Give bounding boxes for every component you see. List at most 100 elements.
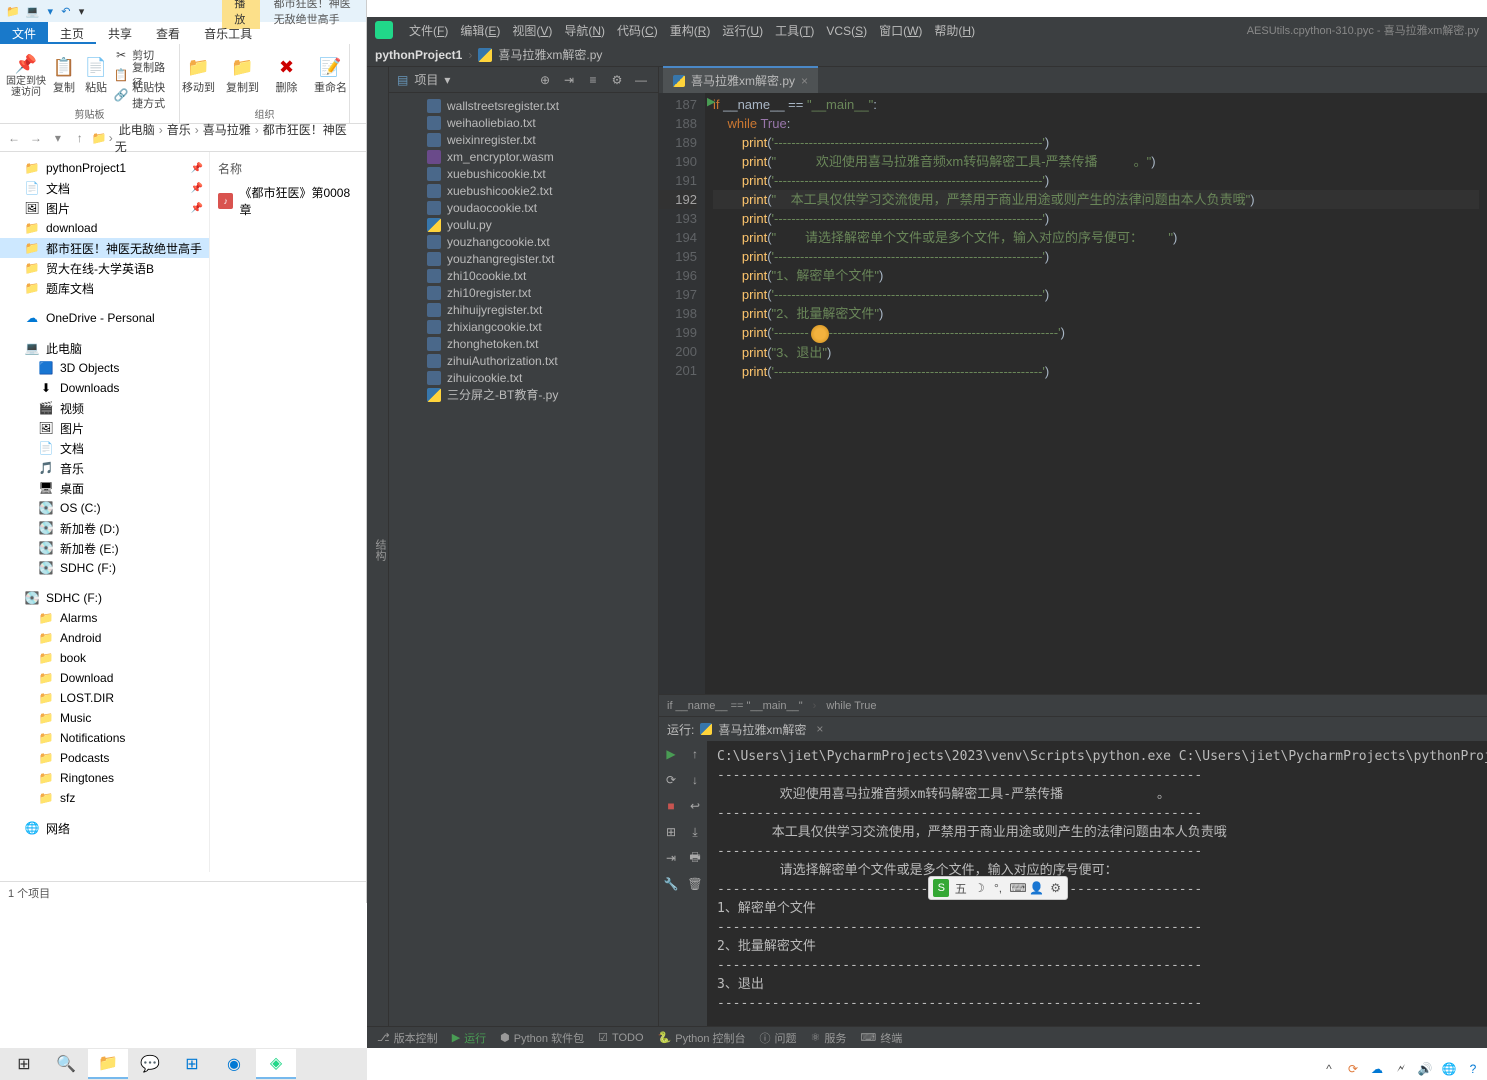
project-file[interactable]: zihuicookie.txt xyxy=(389,369,658,386)
project-tree[interactable]: wallstreetsregister.txtweihaoliebiao.txt… xyxy=(389,93,658,1026)
moon-icon[interactable]: ☽ xyxy=(972,881,987,895)
up-button[interactable]: ↑ xyxy=(70,128,90,148)
copyto-button[interactable]: 📁复制到 xyxy=(223,55,263,95)
project-file[interactable]: 三分屏之-BT教育-.py xyxy=(389,386,658,403)
battery-icon[interactable]: 🗲 xyxy=(1393,1061,1409,1076)
file-list[interactable]: 名称 ♪《都市狂医》第0008章 xyxy=(210,152,366,872)
tree-item[interactable]: 🖥桌面 xyxy=(0,478,209,498)
breadcrumb-segment[interactable]: 音乐 xyxy=(163,123,195,137)
sync-icon[interactable]: ⟳ xyxy=(1345,1062,1361,1076)
tree-item[interactable]: 📁book xyxy=(0,648,209,668)
menu-item[interactable]: 代码(C) xyxy=(611,22,664,40)
tree-item[interactable]: 📁download xyxy=(0,218,209,238)
moveto-button[interactable]: 📁移动到 xyxy=(179,55,219,95)
project-file[interactable]: youlu.py xyxy=(389,216,658,233)
tree-item[interactable]: 💻此电脑 xyxy=(0,338,209,358)
project-label[interactable]: 项目 xyxy=(414,71,438,88)
person-icon[interactable]: 👤 xyxy=(1029,881,1044,895)
dropdown-icon[interactable]: ▾ xyxy=(77,3,87,19)
vcs-button[interactable]: ⎇版本控制 xyxy=(377,1030,438,1046)
tree-item[interactable]: 📁Download xyxy=(0,668,209,688)
menu-item[interactable]: VCS(S) xyxy=(820,22,873,40)
tab-share[interactable]: 共享 xyxy=(96,22,144,44)
rename-button[interactable]: 📝重命名 xyxy=(311,55,351,95)
search-button[interactable]: 🔍 xyxy=(46,1049,86,1079)
project-file[interactable]: youzhangregister.txt xyxy=(389,250,658,267)
settings-icon[interactable]: ⚙ xyxy=(608,73,626,87)
project-file[interactable]: zhonghetoken.txt xyxy=(389,335,658,352)
breadcrumb-segment[interactable]: 此电脑 xyxy=(115,123,159,137)
taskview-button[interactable]: ⊞ xyxy=(172,1049,212,1079)
volume-icon[interactable]: 🔊 xyxy=(1417,1062,1433,1076)
tree-item[interactable]: 📁LOST.DIR xyxy=(0,688,209,708)
tree-item[interactable]: 🖼图片📌 xyxy=(0,198,209,218)
tree-item[interactable]: 📁Ringtones xyxy=(0,768,209,788)
run-output[interactable]: C:\Users\jiet\PycharmProjects\2023\venv\… xyxy=(707,741,1487,1026)
file-name[interactable]: 喜马拉雅xm解密.py xyxy=(498,46,602,63)
tree-item[interactable]: 📄文档 xyxy=(0,438,209,458)
tree-item[interactable]: 🎵音乐 xyxy=(0,458,209,478)
navigation-tree[interactable]: 📁pythonProject1📌📄文档📌🖼图片📌📁download📁都市狂医！神… xyxy=(0,152,210,872)
punct-icon[interactable]: °, xyxy=(991,881,1006,895)
keyboard-icon[interactable]: ⌨ xyxy=(1009,881,1025,895)
collapse-icon[interactable]: ⇥ xyxy=(560,73,578,87)
trash-icon[interactable]: 🗑 xyxy=(686,875,704,893)
hide-icon[interactable]: — xyxy=(632,73,650,87)
project-file[interactable]: xuebushicookie.txt xyxy=(389,165,658,182)
project-file[interactable]: zhi10register.txt xyxy=(389,284,658,301)
run-button[interactable]: ▶运行 xyxy=(452,1030,486,1046)
rerun-icon[interactable]: ▶ xyxy=(662,745,680,763)
menu-item[interactable]: 帮助(H) xyxy=(928,22,981,40)
structure-breadcrumb[interactable]: if __name__ == "__main__" › while True xyxy=(659,694,1487,716)
tree-item[interactable]: ⬇Downloads xyxy=(0,378,209,398)
tree-item[interactable]: 📁Notifications xyxy=(0,728,209,748)
ime-toolbar[interactable]: S 五 ☽ °, ⌨ 👤 ⚙ xyxy=(928,876,1068,900)
todo-button[interactable]: ☑TODO xyxy=(598,1031,643,1044)
tree-item[interactable]: 📁Android xyxy=(0,628,209,648)
tree-item[interactable]: 💽新加卷 (D:) xyxy=(0,518,209,538)
undo-icon[interactable]: ↶ xyxy=(61,3,71,19)
project-file[interactable]: weixinregister.txt xyxy=(389,131,658,148)
softwrap-icon[interactable]: ↩ xyxy=(686,797,704,815)
tree-item[interactable]: 🖼图片 xyxy=(0,418,209,438)
tab-home[interactable]: 主页 xyxy=(48,22,96,44)
project-file[interactable]: youdaocookie.txt xyxy=(389,199,658,216)
tree-item[interactable]: 💽SDHC (F:) xyxy=(0,558,209,578)
breadcrumb[interactable]: 此电脑›音乐›喜马拉雅›都市狂医！神医无 xyxy=(115,121,362,155)
ime-mode[interactable]: 五 xyxy=(953,880,968,897)
pc-icon[interactable]: 💻 xyxy=(26,3,40,19)
project-file[interactable]: zhihuijyregister.txt xyxy=(389,301,658,318)
paste-button[interactable]: 📄粘贴 xyxy=(82,55,110,95)
pycharm-taskbar-button[interactable]: ◈ xyxy=(256,1049,296,1079)
tree-item[interactable]: 💽新加卷 (E:) xyxy=(0,538,209,558)
project-file[interactable]: xuebushicookie2.txt xyxy=(389,182,658,199)
tree-item[interactable]: 💽OS (C:) xyxy=(0,498,209,518)
wrench-icon[interactable]: 🔧 xyxy=(662,875,680,893)
project-file[interactable]: weihaoliebiao.txt xyxy=(389,114,658,131)
menu-item[interactable]: 运行(U) xyxy=(716,22,769,40)
project-name[interactable]: pythonProject1 xyxy=(375,48,462,62)
tree-item[interactable]: 📄文档📌 xyxy=(0,178,209,198)
explorer-taskbar-button[interactable]: 📁 xyxy=(88,1049,128,1079)
line-gutter[interactable]: 1871881891901911921931941951961971981992… xyxy=(659,93,705,694)
tab-view[interactable]: 查看 xyxy=(144,22,192,44)
help-icon[interactable]: ? xyxy=(1465,1062,1481,1076)
locate-icon[interactable]: ⊕ xyxy=(536,73,554,87)
network-icon[interactable]: 🌐 xyxy=(1441,1062,1457,1076)
tree-item[interactable]: 📁贸大在线-大学英语B xyxy=(0,258,209,278)
run-gutter-icon[interactable]: ▶ xyxy=(707,95,715,108)
tree-item[interactable]: 📁pythonProject1📌 xyxy=(0,158,209,178)
scroll-icon[interactable]: ⤓ xyxy=(686,823,704,841)
dropdown-icon[interactable]: ▾ xyxy=(444,73,450,87)
close-icon[interactable]: × xyxy=(801,74,808,88)
tree-item[interactable]: 📁都市狂医！神医无敌绝世高手 xyxy=(0,238,209,258)
menu-item[interactable]: 编辑(E) xyxy=(454,22,506,40)
tab-music-tools[interactable]: 音乐工具 xyxy=(192,22,264,44)
packages-button[interactable]: ⬢Python 软件包 xyxy=(500,1030,584,1046)
column-header-name[interactable]: 名称 xyxy=(218,156,358,181)
tab-file[interactable]: 文件 xyxy=(0,22,48,44)
services-button[interactable]: ⚛服务 xyxy=(811,1030,847,1046)
tree-item[interactable]: 📁Alarms xyxy=(0,608,209,628)
project-file[interactable]: zhixiangcookie.txt xyxy=(389,318,658,335)
tree-item[interactable]: 📁题库文档 xyxy=(0,278,209,298)
